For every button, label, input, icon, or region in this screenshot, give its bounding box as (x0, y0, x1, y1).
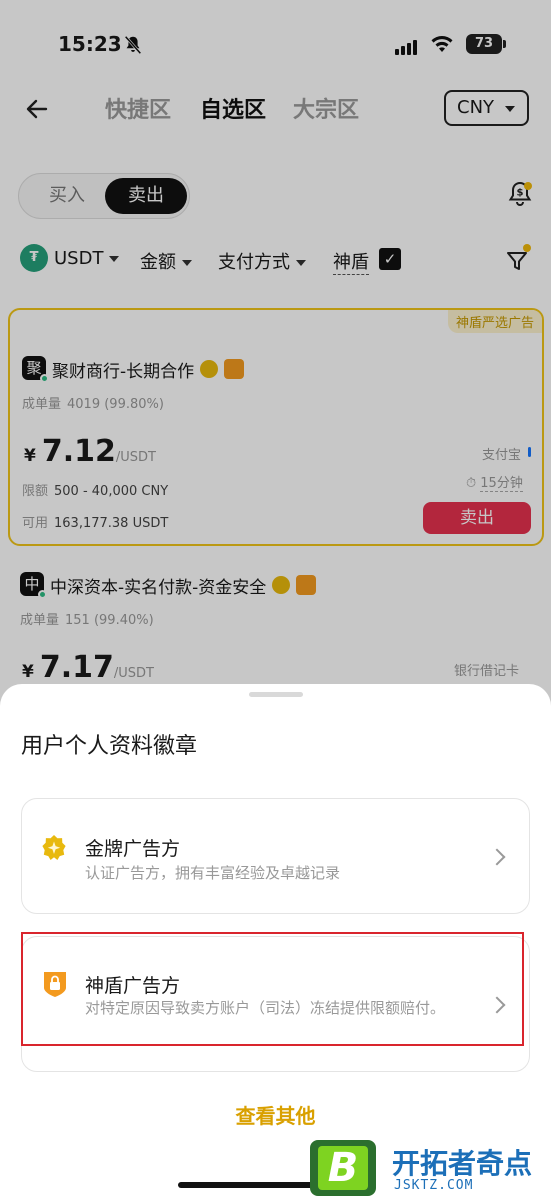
watermark: B 开拓者奇点 JSKTZ.COM (310, 1140, 551, 1200)
watermark-url: JSKTZ.COM (394, 1178, 474, 1193)
badge-card-gold[interactable]: 金牌广告方 认证广告方，拥有丰富经验及卓越记录 (21, 798, 530, 914)
chevron-right-icon (488, 848, 506, 866)
watermark-logo-icon: B (310, 1140, 376, 1196)
badge-description: 认证广告方，拥有丰富经验及卓越记录 (85, 864, 341, 882)
sheet-drag-handle[interactable] (249, 692, 303, 697)
gold-star-badge-icon (42, 835, 66, 860)
watermark-logo-letter: B (327, 1145, 359, 1191)
view-more-link[interactable]: 查看其他 (0, 1100, 551, 1129)
badge-name: 金牌广告方 (85, 838, 181, 860)
highlight-annotation-box (21, 932, 524, 1046)
sheet-title: 用户个人资料徽章 (21, 734, 198, 759)
watermark-name: 开拓者奇点 (392, 1147, 533, 1180)
